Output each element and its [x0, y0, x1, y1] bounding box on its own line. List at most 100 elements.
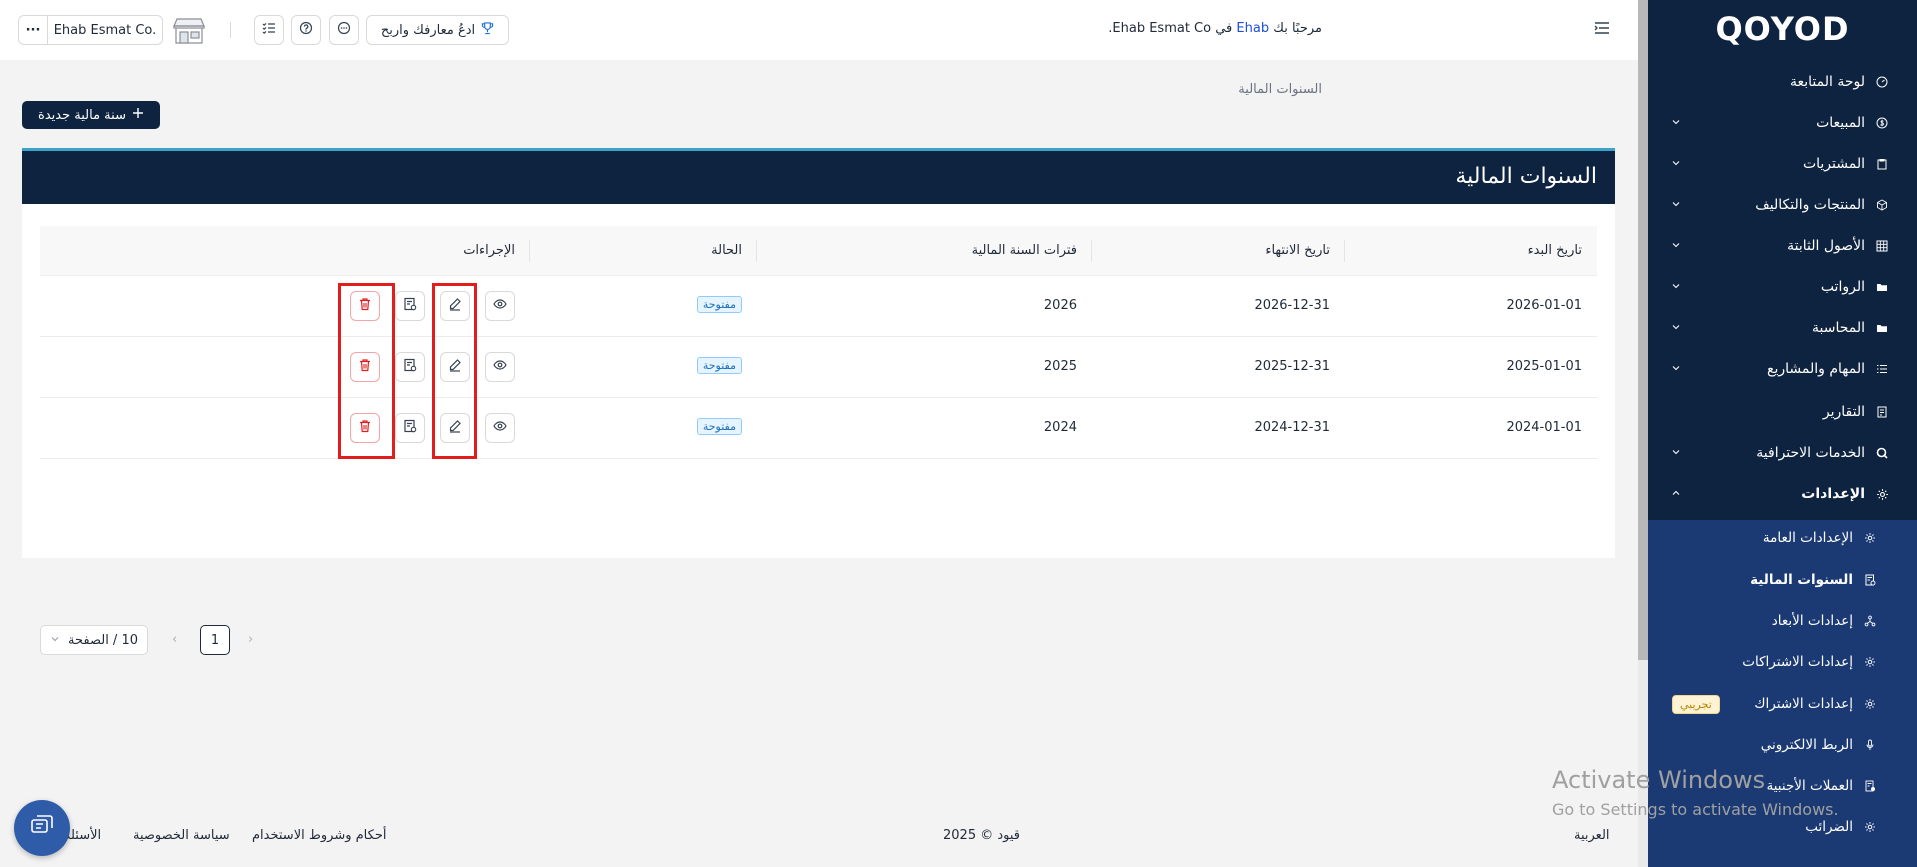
chevron-down-icon: [1668, 116, 1682, 130]
sidebar-item-tasks-projects[interactable]: المهام والمشاريع: [1648, 351, 1917, 387]
sidebar-subitem-label: إعدادات الاشتراك: [1754, 696, 1853, 712]
greeting: مرحبًا بك Ehab في Ehab Esmat Co.: [1108, 21, 1322, 36]
new-fiscal-year-button[interactable]: سنة مالية جديدة: [22, 101, 160, 129]
gear-icon: [1863, 820, 1877, 834]
folder-icon: [1875, 280, 1889, 294]
copyright-text: قيود © 2025: [943, 828, 1021, 843]
sidebar-item-settings[interactable]: الإعدادات: [1648, 476, 1917, 512]
header-separator: [1091, 240, 1092, 262]
fiscal-years-card: السنوات المالية تاريخ البدء تاريخ الانته…: [22, 148, 1615, 655]
help-icon: [299, 21, 313, 39]
status-badge: مفتوحة: [696, 357, 742, 374]
sidebar-subitem-fiscal-years[interactable]: السنوات المالية: [1648, 562, 1917, 598]
company-label: Ehab Esmat Co.: [53, 22, 157, 38]
calendar-doc-icon: [1863, 573, 1877, 587]
sidebar-subitem-subscriptions-settings[interactable]: إعدادات الاشتراكات: [1648, 644, 1917, 680]
sidebar-item-label: الإعدادات: [1801, 486, 1865, 502]
invite-button[interactable]: ادعُ معارفك واربح: [366, 15, 509, 45]
sidebar-subitem-dimensions[interactable]: إعدادات الأبعاد: [1648, 603, 1917, 639]
chevron-up-icon: [1668, 487, 1682, 501]
cell-start-date: 2024-01-01: [1506, 420, 1582, 435]
store-icon[interactable]: [171, 17, 207, 49]
plus-icon: [132, 107, 144, 123]
sidebar-subitem-e-integration[interactable]: الربط الالكتروني: [1648, 727, 1917, 763]
activate-windows-subtitle: Go to Settings to activate Windows.: [1552, 800, 1839, 819]
sidebar-item-products[interactable]: المنتجات والتكاليف: [1648, 187, 1917, 223]
sidebar-subitem-label: الضرائب: [1805, 819, 1853, 835]
sidebar-item-label: المشتريات: [1802, 156, 1865, 172]
sidebar-item-reports[interactable]: التقارير: [1648, 394, 1917, 430]
cell-periods: 2025: [1043, 359, 1077, 374]
chevron-down-icon: [1668, 321, 1682, 335]
menu-toggle-icon[interactable]: [1594, 21, 1610, 39]
cell-end-date: 2024-12-31: [1254, 420, 1330, 435]
next-page-icon[interactable]: ›: [248, 632, 253, 647]
page-title: السنوات المالية: [1455, 164, 1597, 189]
topbar-divider: [230, 22, 231, 38]
page-button-current[interactable]: 1: [200, 625, 230, 655]
language-link[interactable]: العربية: [1574, 828, 1610, 843]
topbar: مرحبًا بك Ehab في Ehab Esmat Co. ادعُ مع…: [0, 0, 1638, 60]
more-button[interactable]: ···: [18, 15, 48, 45]
eye-icon: [493, 358, 507, 376]
sidebar-item-sales[interactable]: المبيعات: [1648, 105, 1917, 141]
gear-icon: [1863, 697, 1877, 711]
nodes-icon: [1863, 614, 1877, 628]
sidebar-subitem-label: الربط الالكتروني: [1760, 737, 1853, 753]
chevron-down-icon: [1668, 239, 1682, 253]
status-badge: مفتوحة: [696, 296, 742, 313]
header-separator: [756, 240, 757, 262]
box-icon: [1875, 198, 1889, 212]
sidebar-item-label: المحاسبة: [1811, 320, 1865, 336]
periods-button[interactable]: [395, 413, 425, 443]
dollar-icon: [1875, 116, 1889, 130]
chat-button[interactable]: [329, 15, 359, 45]
sidebar: QOYOD لوحة المتابعة المبيعات المشتريات ا…: [1648, 0, 1917, 867]
periods-button[interactable]: [395, 291, 425, 321]
sidebar-item-label: لوحة المتابعة: [1789, 74, 1865, 90]
eye-icon: [493, 297, 507, 315]
company-selector[interactable]: Ehab Esmat Co.: [47, 15, 163, 45]
cell-end-date: 2026-12-31: [1254, 298, 1330, 313]
periods-button[interactable]: [395, 352, 425, 382]
sidebar-item-purchases[interactable]: المشتريات: [1648, 146, 1917, 182]
table-row: 2024-01-01 2024-12-31 2024 مفتوحة: [40, 398, 1597, 459]
cell-start-date: 2025-01-01: [1506, 359, 1582, 374]
sidebar-item-professional-services[interactable]: الخدمات الاحترافية: [1648, 435, 1917, 471]
gear-icon: [1863, 655, 1877, 669]
sidebar-subitem-subscription-settings[interactable]: إعدادات الاشتراك تجريبي: [1648, 686, 1917, 722]
sidebar-item-label: الأصول الثابتة: [1787, 238, 1865, 254]
grid-icon: [1875, 239, 1889, 253]
prev-page-icon[interactable]: ‹: [172, 632, 177, 647]
page-size-select[interactable]: 10 / الصفحة: [40, 625, 148, 655]
sidebar-subitem-general-settings[interactable]: الإعدادات العامة: [1648, 520, 1917, 556]
breadcrumb: السنوات المالية: [1238, 82, 1322, 97]
scrollbar-thumb[interactable]: [1638, 0, 1648, 660]
chevron-down-icon: [50, 633, 60, 648]
chat-icon: [337, 21, 351, 39]
view-button[interactable]: [485, 413, 515, 443]
calendar-doc-icon: [403, 419, 417, 437]
sidebar-item-accounting[interactable]: المحاسبة: [1648, 310, 1917, 346]
tasks-button[interactable]: [254, 15, 284, 45]
view-button[interactable]: [485, 291, 515, 321]
sidebar-item-fixed-assets[interactable]: الأصول الثابتة: [1648, 228, 1917, 264]
list-icon: [1875, 362, 1889, 376]
greeting-suffix: في Ehab Esmat Co.: [1108, 21, 1233, 36]
mic-icon: [1863, 738, 1877, 752]
sidebar-item-payroll[interactable]: الرواتب: [1648, 269, 1917, 305]
chevron-down-icon: [1668, 280, 1682, 294]
header-separator: [1344, 240, 1345, 262]
gear-icon: [1863, 531, 1877, 545]
cell-periods: 2024: [1043, 420, 1077, 435]
terms-link[interactable]: أحكام وشروط الاستخدام: [252, 828, 386, 843]
trial-badge: تجريبي: [1672, 695, 1720, 714]
privacy-link[interactable]: سياسة الخصوصية: [133, 828, 230, 843]
sidebar-item-dashboard[interactable]: لوحة المتابعة: [1648, 64, 1917, 100]
support-chat-button[interactable]: [14, 800, 70, 856]
dashboard-icon: [1875, 75, 1889, 89]
header-separator: [529, 240, 530, 262]
view-button[interactable]: [485, 352, 515, 382]
help-button[interactable]: [291, 15, 321, 45]
sidebar-subitem-label: السنوات المالية: [1750, 572, 1853, 588]
